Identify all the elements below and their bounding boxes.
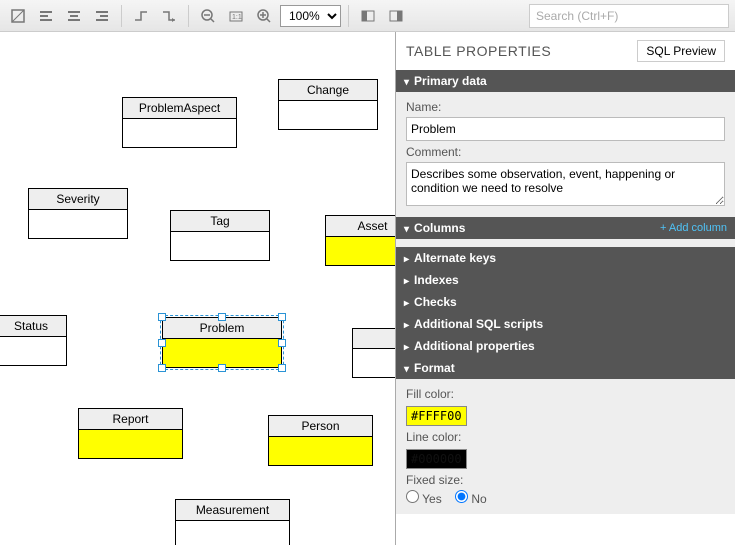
section-label: Columns [414, 221, 465, 235]
entity-asset[interactable]: Asset [325, 215, 395, 266]
entity-problem[interactable]: Problem [162, 317, 282, 368]
zoom-select[interactable]: 100% [280, 5, 341, 27]
resize-handle[interactable] [218, 364, 226, 372]
search-input[interactable] [529, 4, 729, 28]
section-columns-body [396, 239, 735, 247]
section-columns[interactable]: Columns + Add column [396, 217, 735, 239]
entity-change[interactable]: Change [278, 79, 378, 130]
add-column-link[interactable]: + Add column [660, 222, 727, 234]
entity-measurement[interactable]: Measurement [175, 499, 290, 545]
resize-handle[interactable] [278, 313, 286, 321]
name-label: Name: [406, 100, 725, 114]
section-additional-props[interactable]: Additional properties [396, 335, 735, 357]
entity-person[interactable]: Person [268, 415, 373, 466]
entity-header: Change [279, 80, 377, 101]
section-label: Additional SQL scripts [414, 317, 543, 331]
align-left-icon[interactable] [34, 4, 58, 28]
entity-header: Problem [163, 318, 281, 339]
comment-label: Comment: [406, 145, 725, 159]
entity-severity[interactable]: Severity [28, 188, 128, 239]
fixed-size-no[interactable]: No [455, 492, 487, 506]
zoom-in-icon[interactable] [252, 4, 276, 28]
section-label: Format [414, 361, 455, 375]
svg-text:1:1: 1:1 [232, 14, 242, 21]
panel-left-icon[interactable] [356, 4, 380, 28]
sql-preview-button[interactable]: SQL Preview [637, 40, 725, 62]
section-checks[interactable]: Checks [396, 291, 735, 313]
entity-tag[interactable]: Tag [170, 210, 270, 261]
entity-header: Status [0, 316, 66, 337]
section-additional-sql[interactable]: Additional SQL scripts [396, 313, 735, 335]
entity-status[interactable]: Status [0, 315, 67, 366]
entity-report[interactable]: Report [78, 408, 183, 459]
entity-problem-aspect[interactable]: ProblemAspect [122, 97, 237, 148]
section-label: Alternate keys [414, 251, 496, 265]
resize-handle[interactable] [158, 313, 166, 321]
entity-header [353, 329, 395, 349]
panel-right-icon[interactable] [384, 4, 408, 28]
section-alternate-keys[interactable]: Alternate keys [396, 247, 735, 269]
section-label: Checks [414, 295, 457, 309]
tool-pointer-icon[interactable] [6, 4, 30, 28]
resize-handle[interactable] [278, 339, 286, 347]
section-label: Primary data [414, 74, 487, 88]
entity-partial[interactable] [352, 328, 395, 378]
toolbar: 1:1 100% [0, 0, 735, 32]
properties-panel: TABLE PROPERTIES SQL Preview Primary dat… [395, 32, 735, 545]
section-label: Additional properties [414, 339, 535, 353]
connector-icon[interactable] [157, 4, 181, 28]
diagram-canvas[interactable]: ProblemAspect Change Severity Tag Asset … [0, 32, 395, 545]
route-icon[interactable] [129, 4, 153, 28]
section-primary-data[interactable]: Primary data [396, 70, 735, 92]
entity-header: Asset [326, 216, 395, 237]
entity-header: ProblemAspect [123, 98, 236, 119]
fill-color-label: Fill color: [406, 387, 725, 401]
fixed-size-yes[interactable]: Yes [406, 492, 442, 506]
toolbar-separator [121, 5, 122, 27]
section-primary-data-body: Name: Comment: [396, 92, 735, 217]
resize-handle[interactable] [158, 364, 166, 372]
line-color-label: Line color: [406, 430, 725, 444]
entity-header: Report [79, 409, 182, 430]
zoom-reset-icon[interactable]: 1:1 [224, 4, 248, 28]
panel-title-row: TABLE PROPERTIES SQL Preview [396, 32, 735, 70]
align-right-icon[interactable] [90, 4, 114, 28]
name-input[interactable] [406, 117, 725, 141]
section-indexes[interactable]: Indexes [396, 269, 735, 291]
fixed-size-label: Fixed size: [406, 473, 725, 487]
section-format-body: Fill color: #FFFF00 Line color: #000000 … [396, 379, 735, 514]
toolbar-separator [348, 5, 349, 27]
resize-handle[interactable] [218, 313, 226, 321]
resize-handle[interactable] [158, 339, 166, 347]
zoom-out-icon[interactable] [196, 4, 220, 28]
entity-header: Person [269, 416, 372, 437]
section-format[interactable]: Format [396, 357, 735, 379]
comment-textarea[interactable] [406, 162, 725, 206]
toolbar-separator [188, 5, 189, 27]
fill-color-chip[interactable]: #FFFF00 [406, 406, 467, 426]
entity-header: Tag [171, 211, 269, 232]
panel-title: TABLE PROPERTIES [406, 43, 551, 59]
entity-header: Measurement [176, 500, 289, 521]
resize-handle[interactable] [278, 364, 286, 372]
align-center-icon[interactable] [62, 4, 86, 28]
section-label: Indexes [414, 273, 459, 287]
entity-header: Severity [29, 189, 127, 210]
line-color-chip[interactable]: #000000 [406, 449, 467, 469]
